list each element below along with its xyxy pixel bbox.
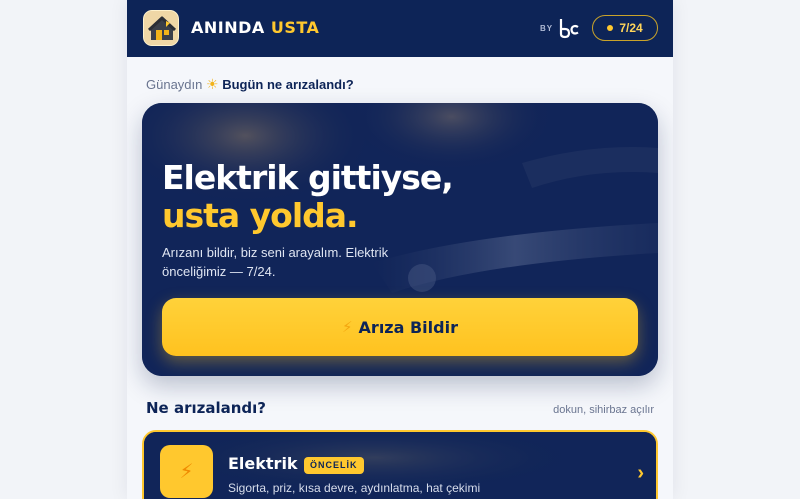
- section-title: Ne arızalandı?: [146, 399, 266, 417]
- hero-card: Elektrik gittiyse, usta yolda. Arızanı b…: [142, 103, 658, 376]
- status-dot-icon: [607, 25, 614, 31]
- brand-name-part1: ANINDA: [191, 18, 265, 37]
- brand-name-part2: USTA: [270, 18, 320, 37]
- greeting-hello: Günaydın: [146, 77, 203, 92]
- report-fault-button[interactable]: ⚡ Arıza Bildir: [162, 298, 638, 356]
- app-logo[interactable]: [143, 10, 179, 46]
- report-fault-label: Arıza Bildir: [358, 317, 458, 337]
- hero-title: Elektrik gittiyse, usta yolda.: [162, 158, 454, 235]
- greeting: Günaydın ☀ Bugün ne arızalandı?: [146, 76, 354, 93]
- lightning-icon: ⚡: [342, 318, 353, 336]
- section-hint: dokun, sihirbaz açılır: [553, 404, 654, 416]
- greeting-question: Bugün ne arızalandı?: [222, 77, 354, 92]
- hours-badge: 7/24: [592, 15, 658, 41]
- category-card-electric[interactable]: ⚡ Elektrik ÖNCELİK Sigorta, priz, kısa d…: [142, 430, 658, 499]
- app-name: ANINDA USTA: [191, 18, 319, 38]
- bc-logo-icon: [559, 19, 579, 39]
- by-label: BY: [540, 24, 554, 33]
- lightning-icon: ⚡: [160, 445, 213, 498]
- app-header: ANINDA USTA BY 7/24: [127, 0, 673, 57]
- category-title: Elektrik: [228, 454, 298, 473]
- hero-title-line2: usta yolda.: [162, 196, 359, 235]
- sun-icon: ☀: [206, 76, 219, 92]
- chevron-right-icon: ›: [637, 462, 644, 484]
- house-logo-icon: [144, 11, 178, 45]
- hero-description: Arızanı bildir, biz seni arayalım. Elekt…: [162, 245, 389, 279]
- hours-badge-label: 7/24: [619, 21, 643, 35]
- priority-badge: ÖNCELİK: [304, 457, 364, 474]
- category-description: Sigorta, priz, kısa devre, aydınlatma, h…: [228, 481, 481, 495]
- app-screen: ANINDA USTA BY 7/24 Günaydın ☀ Bugün ne …: [127, 0, 673, 499]
- hero-title-line1: Elektrik gittiyse,: [162, 158, 454, 197]
